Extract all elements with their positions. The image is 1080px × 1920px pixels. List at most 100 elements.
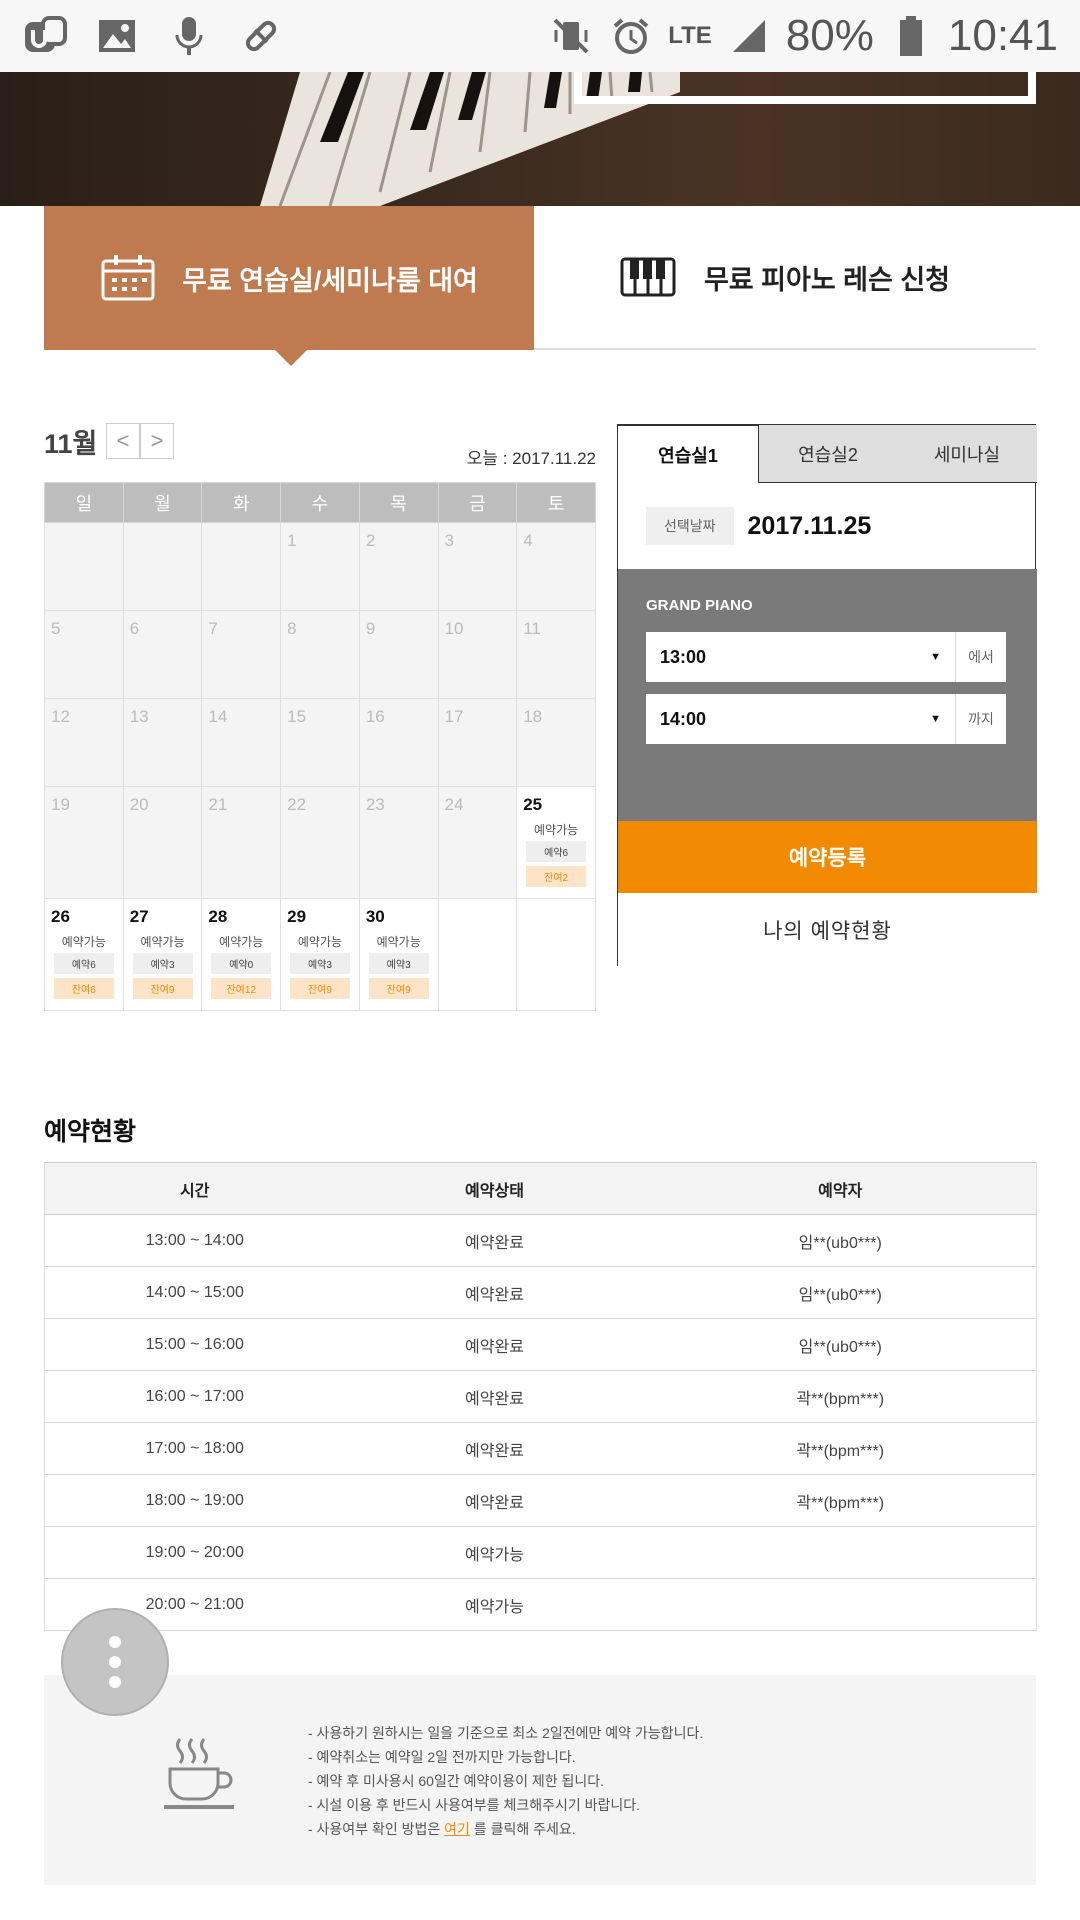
day-number: 3 bbox=[444, 531, 454, 550]
status-cell: 예약완료 bbox=[344, 1214, 645, 1267]
table-row: 14:00 ~ 15:00 예약완료 임**(ub0***) bbox=[44, 1266, 1037, 1319]
calendar-week: 1 2 3 4 bbox=[44, 522, 596, 611]
notice-line-prefix: - 사용여부 확인 방법은 bbox=[308, 1821, 445, 1837]
piano-icon bbox=[620, 257, 676, 297]
reservation-table: 시간 예약상태 예약자 13:00 ~ 14:00 예약완료 임**(ub0**… bbox=[44, 1162, 1037, 1631]
column-header-status: 예약상태 bbox=[344, 1162, 645, 1215]
here-link[interactable]: 여기 bbox=[444, 1821, 470, 1837]
calendar-day: 8 bbox=[280, 610, 360, 699]
weekday-thu: 목 bbox=[358, 482, 439, 523]
calendar-day: 3 bbox=[437, 522, 518, 611]
tab-practice-room-2[interactable]: 연습실2 bbox=[759, 425, 897, 483]
calendar-day: 5 bbox=[44, 610, 124, 699]
calendar-empty-cell bbox=[122, 522, 203, 611]
table-row: 16:00 ~ 17:00 예약완료 곽**(bpm***) bbox=[44, 1370, 1037, 1423]
reserver-cell: 임**(ub0***) bbox=[644, 1266, 1037, 1319]
tab-room-rental[interactable]: 무료 연습실/세미나룸 대여 bbox=[44, 206, 534, 366]
tab-practice-room-1[interactable]: 연습실1 bbox=[617, 425, 759, 483]
my-reservations-button[interactable]: 나의 예약현황 bbox=[618, 893, 1037, 967]
calendar-empty-cell bbox=[201, 522, 282, 611]
month-label: 11월 bbox=[44, 429, 98, 459]
booking-panel: 연습실1 연습실2 세미나실 선택날짜 2017.11.25 GRAND PIA… bbox=[617, 424, 1037, 967]
weekday-sun: 일 bbox=[44, 482, 124, 523]
day-number: 17 bbox=[444, 707, 464, 726]
remaining-count: 잔여2 bbox=[526, 866, 587, 887]
weekday-tue: 화 bbox=[201, 482, 282, 523]
hero-frame bbox=[574, 72, 1036, 104]
day-number: 9 bbox=[365, 619, 376, 638]
calendar-empty-cell bbox=[44, 522, 124, 611]
floating-menu-button[interactable] bbox=[61, 1608, 169, 1716]
table-header-row: 시간 예약상태 예약자 bbox=[44, 1162, 1037, 1215]
notice-text: - 사용하기 원하시는 일을 기준으로 최소 2일전에만 예약 가능합니다. -… bbox=[308, 1721, 703, 1841]
day-number: 30 bbox=[365, 907, 385, 926]
calendar-day-available[interactable]: 25 예약가능 예약6 잔여2 bbox=[516, 786, 596, 899]
available-label: 예약가능 bbox=[140, 935, 185, 949]
calendar-day-available[interactable]: 28 예약가능 예약0 잔여12 bbox=[201, 898, 282, 1011]
time-cell: 18:00 ~ 19:00 bbox=[44, 1474, 345, 1527]
day-number: 15 bbox=[287, 707, 307, 726]
day-number: 4 bbox=[523, 531, 533, 550]
notice-box: - 사용하기 원하시는 일을 기준으로 최소 2일전에만 예약 가능합니다. -… bbox=[44, 1675, 1036, 1885]
weekday-header-row: 일 월 화 수 목 금 토 bbox=[44, 482, 596, 523]
calendar-day: 15 bbox=[280, 698, 360, 787]
day-number: 29 bbox=[287, 907, 307, 926]
calendar-day: 9 bbox=[358, 610, 439, 699]
next-month-button[interactable]: > bbox=[140, 423, 174, 459]
calendar-day: 16 bbox=[358, 698, 439, 787]
coffee-cup-icon bbox=[164, 1738, 234, 1809]
more-vert-icon bbox=[109, 1676, 121, 1688]
end-time-select[interactable]: 14:00 ▼ bbox=[646, 694, 956, 744]
tab-piano-lesson[interactable]: 무료 피아노 레슨 신청 bbox=[534, 206, 1036, 350]
end-time-row: 14:00 ▼ 까지 bbox=[646, 694, 1006, 744]
tab-seminar-room[interactable]: 세미나실 bbox=[897, 425, 1037, 483]
mute-vibrate-icon bbox=[548, 13, 594, 59]
calendar-day: 13 bbox=[122, 698, 203, 787]
available-label: 예약가능 bbox=[534, 823, 579, 837]
available-label: 예약가능 bbox=[297, 935, 343, 949]
start-time-select[interactable]: 13:00 ▼ bbox=[646, 632, 956, 682]
book-button[interactable]: 예약등록 bbox=[618, 821, 1037, 893]
calendar-day-available[interactable]: 27 예약가능 예약3 잔여9 bbox=[122, 898, 203, 1011]
battery-icon bbox=[888, 13, 934, 59]
gallery-icon bbox=[94, 13, 140, 59]
more-vert-icon bbox=[109, 1636, 121, 1648]
notice-line: - 시설 이용 후 반드시 사용여부를 체크해주시기 바랍니다. bbox=[308, 1797, 641, 1813]
calendar-day: 18 bbox=[516, 698, 596, 787]
day-number: 19 bbox=[51, 795, 70, 814]
weekday-sat: 토 bbox=[516, 482, 596, 523]
calendar-day-available[interactable]: 30 예약가능 예약3 잔여9 bbox=[358, 898, 439, 1011]
time-cell: 15:00 ~ 16:00 bbox=[44, 1318, 345, 1371]
selected-date-label: 선택날짜 bbox=[646, 507, 734, 545]
available-label: 예약가능 bbox=[376, 935, 421, 949]
start-time-value: 13:00 bbox=[660, 646, 707, 667]
status-cell: 예약완료 bbox=[344, 1318, 645, 1371]
instrument-label: GRAND PIANO bbox=[646, 597, 753, 614]
reserver-cell: 곽**(bpm***) bbox=[644, 1370, 1037, 1423]
calendar-day: 6 bbox=[122, 610, 203, 699]
calendar-day: 20 bbox=[122, 786, 203, 899]
calendar-day: 11 bbox=[516, 610, 596, 699]
reservation-status-title: 예약현황 bbox=[44, 1118, 137, 1146]
calendar-day: 7 bbox=[201, 610, 282, 699]
weekday-fri: 금 bbox=[437, 482, 518, 523]
tab-label: 세미나실 bbox=[933, 444, 1001, 465]
day-number: 27 bbox=[129, 907, 149, 926]
weekday-wed: 수 bbox=[280, 482, 360, 523]
time-cell: 19:00 ~ 20:00 bbox=[44, 1526, 345, 1579]
status-cell: 예약완료 bbox=[344, 1474, 645, 1527]
calendar-day-available[interactable]: 29 예약가능 예약3 잔여9 bbox=[280, 898, 360, 1011]
calendar-day: 10 bbox=[437, 610, 518, 699]
pill-icon bbox=[238, 13, 284, 59]
weekday-mon: 월 bbox=[122, 482, 203, 523]
prev-month-button[interactable]: < bbox=[106, 423, 140, 459]
end-time-suffix: 까지 bbox=[968, 711, 994, 727]
day-number: 6 bbox=[129, 619, 140, 638]
reserver-cell: 임**(ub0***) bbox=[644, 1214, 1037, 1267]
table-row: 19:00 ~ 20:00 예약가능 bbox=[44, 1526, 1037, 1579]
day-number: 12 bbox=[51, 707, 70, 726]
time-cell: 14:00 ~ 15:00 bbox=[44, 1266, 345, 1319]
chevron-left-icon: < bbox=[116, 428, 130, 453]
day-number: 24 bbox=[444, 795, 464, 814]
calendar-day-available[interactable]: 26 예약가능 예약6 잔여6 bbox=[44, 898, 124, 1011]
